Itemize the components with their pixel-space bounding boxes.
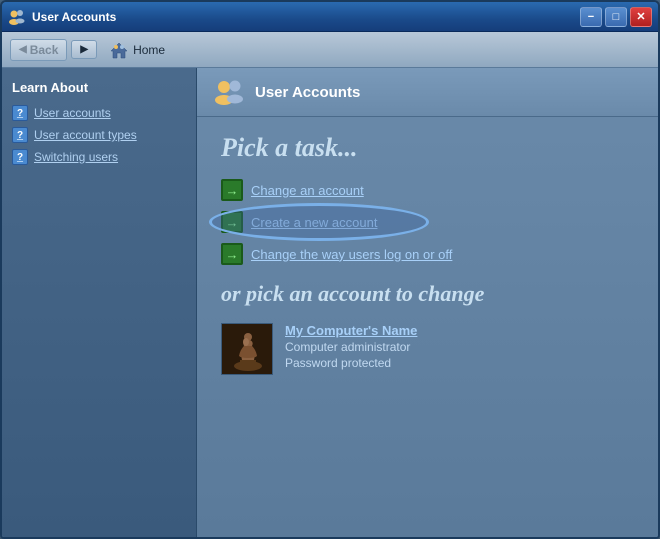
maximize-button[interactable]: □	[605, 7, 627, 27]
sidebar-title: Learn About	[12, 80, 186, 95]
task-arrow-icon-3	[221, 243, 243, 265]
navigation-bar: ◀ Back ▶ Home	[2, 32, 658, 68]
home-label: Home	[133, 43, 165, 57]
account-item-0[interactable]: My Computer's Name Computer administrato…	[221, 323, 634, 375]
sidebar: Learn About ? User accounts ? User accou…	[2, 68, 197, 537]
task-link-logon[interactable]: Change the way users log on or off	[251, 247, 452, 262]
task-arrow-icon-2	[221, 211, 243, 233]
home-icon	[109, 41, 129, 59]
title-bar-icon	[8, 8, 26, 26]
window-title: User Accounts	[32, 10, 580, 24]
close-button[interactable]: ✕	[630, 7, 652, 27]
sidebar-item-switching-users[interactable]: ? Switching users	[12, 149, 186, 165]
sidebar-item-label-1: User accounts	[34, 106, 111, 120]
account-info-0: My Computer's Name Computer administrato…	[285, 323, 417, 370]
help-icon-2: ?	[12, 127, 28, 143]
account-avatar-0	[221, 323, 273, 375]
help-icon-1: ?	[12, 105, 28, 121]
task-item-logon[interactable]: Change the way users log on or off	[221, 243, 634, 265]
sidebar-item-label-3: Switching users	[34, 150, 118, 164]
account-name-0[interactable]: My Computer's Name	[285, 323, 417, 338]
back-button[interactable]: ◀ Back	[10, 39, 67, 61]
panel-header-icon	[213, 76, 245, 108]
panel-header-title: User Accounts	[255, 84, 360, 101]
home-button[interactable]: Home	[101, 38, 173, 62]
content-area: Learn About ? User accounts ? User accou…	[2, 68, 658, 537]
task-link-create-account[interactable]: Create a new account	[251, 215, 377, 230]
help-icon-3: ?	[12, 149, 28, 165]
main-window: User Accounts − □ ✕ ◀ Back ▶ Home	[0, 0, 660, 539]
title-bar-buttons: − □ ✕	[580, 7, 652, 27]
account-status-0: Password protected	[285, 356, 417, 370]
sidebar-item-user-account-types[interactable]: ? User account types	[12, 127, 186, 143]
sidebar-item-label-2: User account types	[34, 128, 137, 142]
panel-header: User Accounts	[197, 68, 658, 117]
back-arrow-icon: ◀	[19, 44, 27, 55]
main-panel: User Accounts Pick a task... Change an a…	[197, 68, 658, 537]
sidebar-item-user-accounts[interactable]: ? User accounts	[12, 105, 186, 121]
back-label: Back	[30, 43, 59, 57]
forward-arrow-icon: ▶	[80, 44, 88, 55]
task-item-change-account[interactable]: Change an account	[221, 179, 634, 201]
task-item-create-account[interactable]: Create a new account	[221, 211, 634, 233]
minimize-button[interactable]: −	[580, 7, 602, 27]
task-link-change-account[interactable]: Change an account	[251, 183, 364, 198]
tasks-area: Pick a task... Change an account Create …	[197, 117, 658, 537]
forward-button[interactable]: ▶	[71, 40, 97, 59]
pick-task-heading: Pick a task...	[221, 133, 634, 163]
title-bar: User Accounts − □ ✕	[2, 2, 658, 32]
task-arrow-icon-1	[221, 179, 243, 201]
pick-account-heading: or pick an account to change	[221, 281, 634, 307]
account-type-0: Computer administrator	[285, 340, 417, 354]
